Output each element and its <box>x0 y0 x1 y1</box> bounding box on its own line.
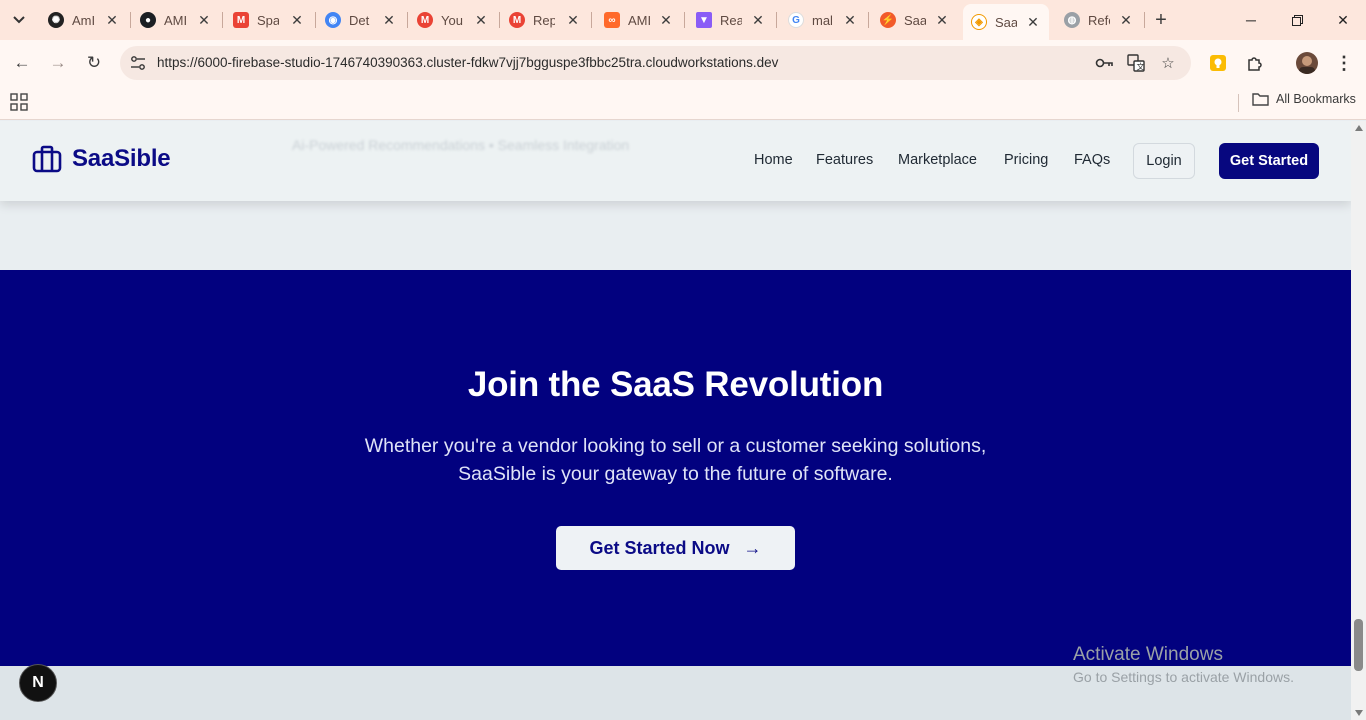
browser-tab-2[interactable]: ● AMI ✕ <box>132 6 220 34</box>
cta-subtitle: Whether you're a vendor looking to sell … <box>364 435 987 485</box>
site-header: Ai-Powered Recommendations • Seamless In… <box>0 121 1351 201</box>
browser-menu-icon[interactable]: ⋮ <box>1333 52 1355 74</box>
site-info-icon[interactable] <box>128 53 148 73</box>
nav-faqs[interactable]: FAQs <box>1074 152 1110 168</box>
nav-features[interactable]: Features <box>816 152 873 168</box>
back-button[interactable]: ← <box>8 49 36 77</box>
tab-search-button[interactable] <box>6 7 32 33</box>
scroll-up-arrow[interactable] <box>1355 125 1363 131</box>
cta-title: Join the SaaS Revolution <box>467 365 884 404</box>
get-started-now-button[interactable]: Get Started Now → <box>556 526 795 570</box>
nav-home[interactable]: Home <box>754 152 793 168</box>
globe-icon: ◍ <box>1064 12 1080 28</box>
apps-grid-icon[interactable] <box>10 93 28 111</box>
reload-button[interactable]: ↻ <box>80 49 108 77</box>
url-text: https://6000-firebase-studio-17467403903… <box>157 55 779 70</box>
browser-tab-7[interactable]: ∞ AMI ✕ <box>596 6 682 34</box>
page-viewport: Ai-Powered Recommendations • Seamless In… <box>0 121 1351 720</box>
scroll-down-arrow[interactable] <box>1355 710 1363 716</box>
forward-button[interactable]: → <box>44 49 72 77</box>
chevron-down-icon <box>13 16 25 24</box>
browser-tab-10[interactable]: ⚡ Saa ✕ <box>872 6 958 34</box>
windows-activation-watermark: Activate Windows Go to Settings to activ… <box>1073 644 1294 685</box>
extension-keep-icon[interactable] <box>1207 52 1229 74</box>
browser-tab-11-active[interactable]: ◈ Saa ✕ <box>963 4 1049 40</box>
close-window-button[interactable]: ✕ <box>1320 0 1366 40</box>
close-tab-icon[interactable]: ✕ <box>565 12 581 28</box>
minimize-button[interactable]: ─ <box>1228 0 1274 40</box>
close-tab-icon[interactable]: ✕ <box>473 12 489 28</box>
page-scrollbar[interactable] <box>1351 121 1366 720</box>
nav-pricing[interactable]: Pricing <box>1004 152 1048 168</box>
briefcase-icon <box>32 145 62 173</box>
scrollbar-thumb[interactable] <box>1354 619 1363 671</box>
close-tab-icon[interactable]: ✕ <box>196 12 212 28</box>
browser-tab-5[interactable]: M You ✕ <box>409 6 497 34</box>
browser-toolbar: ← → ↻ https://6000-firebase-studio-17467… <box>0 40 1366 86</box>
github-icon: ● <box>140 12 156 28</box>
make-icon: ∞ <box>604 12 620 28</box>
close-tab-icon[interactable]: ✕ <box>842 12 858 28</box>
brand-name: SaaSible <box>72 145 171 172</box>
gmail-icon: M <box>417 12 433 28</box>
password-key-icon[interactable] <box>1094 53 1114 73</box>
translate-icon[interactable]: 文 <box>1126 53 1146 73</box>
firebase-icon: ◈ <box>971 14 987 30</box>
vite-icon: ▼ <box>696 12 712 28</box>
browser-tab-9[interactable]: G mal ✕ <box>780 6 866 34</box>
login-button[interactable]: Login <box>1133 143 1195 179</box>
bolt-icon: ⚡ <box>880 12 896 28</box>
close-tab-icon[interactable]: ✕ <box>658 12 674 28</box>
new-tab-button[interactable]: + <box>1150 8 1172 32</box>
profile-avatar[interactable] <box>1296 52 1318 74</box>
close-tab-icon[interactable]: ✕ <box>381 12 397 28</box>
bookmark-star-icon[interactable]: ☆ <box>1158 53 1178 73</box>
cta-section: Join the SaaS Revolution Whether you're … <box>0 270 1351 666</box>
browser-tab-3[interactable]: M Spa ✕ <box>225 6 313 34</box>
svg-text:文: 文 <box>1137 62 1145 72</box>
chrome-icon: ◉ <box>325 12 341 28</box>
close-tab-icon[interactable]: ✕ <box>104 12 120 28</box>
close-tab-icon[interactable]: ✕ <box>1118 12 1134 28</box>
browser-tab-6[interactable]: M Rep ✕ <box>501 6 589 34</box>
gmail-icon: M <box>233 12 249 28</box>
address-bar[interactable]: https://6000-firebase-studio-17467403903… <box>120 46 1191 80</box>
google-icon: G <box>788 12 804 28</box>
close-tab-icon[interactable]: ✕ <box>934 12 950 28</box>
restore-icon <box>1291 14 1303 26</box>
close-tab-icon[interactable]: ✕ <box>289 12 305 28</box>
arrow-right-icon: → <box>743 537 762 558</box>
nextjs-dev-badge[interactable]: N <box>19 664 57 702</box>
all-bookmarks-button[interactable]: All Bookmarks <box>1252 92 1356 106</box>
header-ghost-text: Ai-Powered Recommendations • Seamless In… <box>292 137 630 153</box>
restore-button[interactable] <box>1274 0 1320 40</box>
browser-tab-8[interactable]: ▼ Rea ✕ <box>688 6 774 34</box>
folder-icon <box>1252 93 1269 106</box>
close-tab-icon[interactable]: ✕ <box>750 12 766 28</box>
browser-tab-1[interactable]: ✺ AmI ✕ <box>40 6 128 34</box>
openai-icon: ✺ <box>48 12 64 28</box>
get-started-button[interactable]: Get Started <box>1219 143 1319 179</box>
nav-marketplace[interactable]: Marketplace <box>898 152 977 168</box>
extensions-puzzle-icon[interactable] <box>1244 52 1266 74</box>
browser-tab-12[interactable]: ◍ Refe ✕ <box>1056 6 1142 34</box>
gmail-icon: M <box>509 12 525 28</box>
bookmarks-bar: All Bookmarks <box>0 86 1366 120</box>
tab-bar: ✺ AmI ✕ ● AMI ✕ M Spa ✕ ◉ Det ✕ M You ✕ … <box>0 0 1366 40</box>
brand-logo[interactable]: SaaSible <box>32 145 171 173</box>
close-tab-icon[interactable]: ✕ <box>1025 14 1041 30</box>
browser-tab-4[interactable]: ◉ Det ✕ <box>317 6 405 34</box>
